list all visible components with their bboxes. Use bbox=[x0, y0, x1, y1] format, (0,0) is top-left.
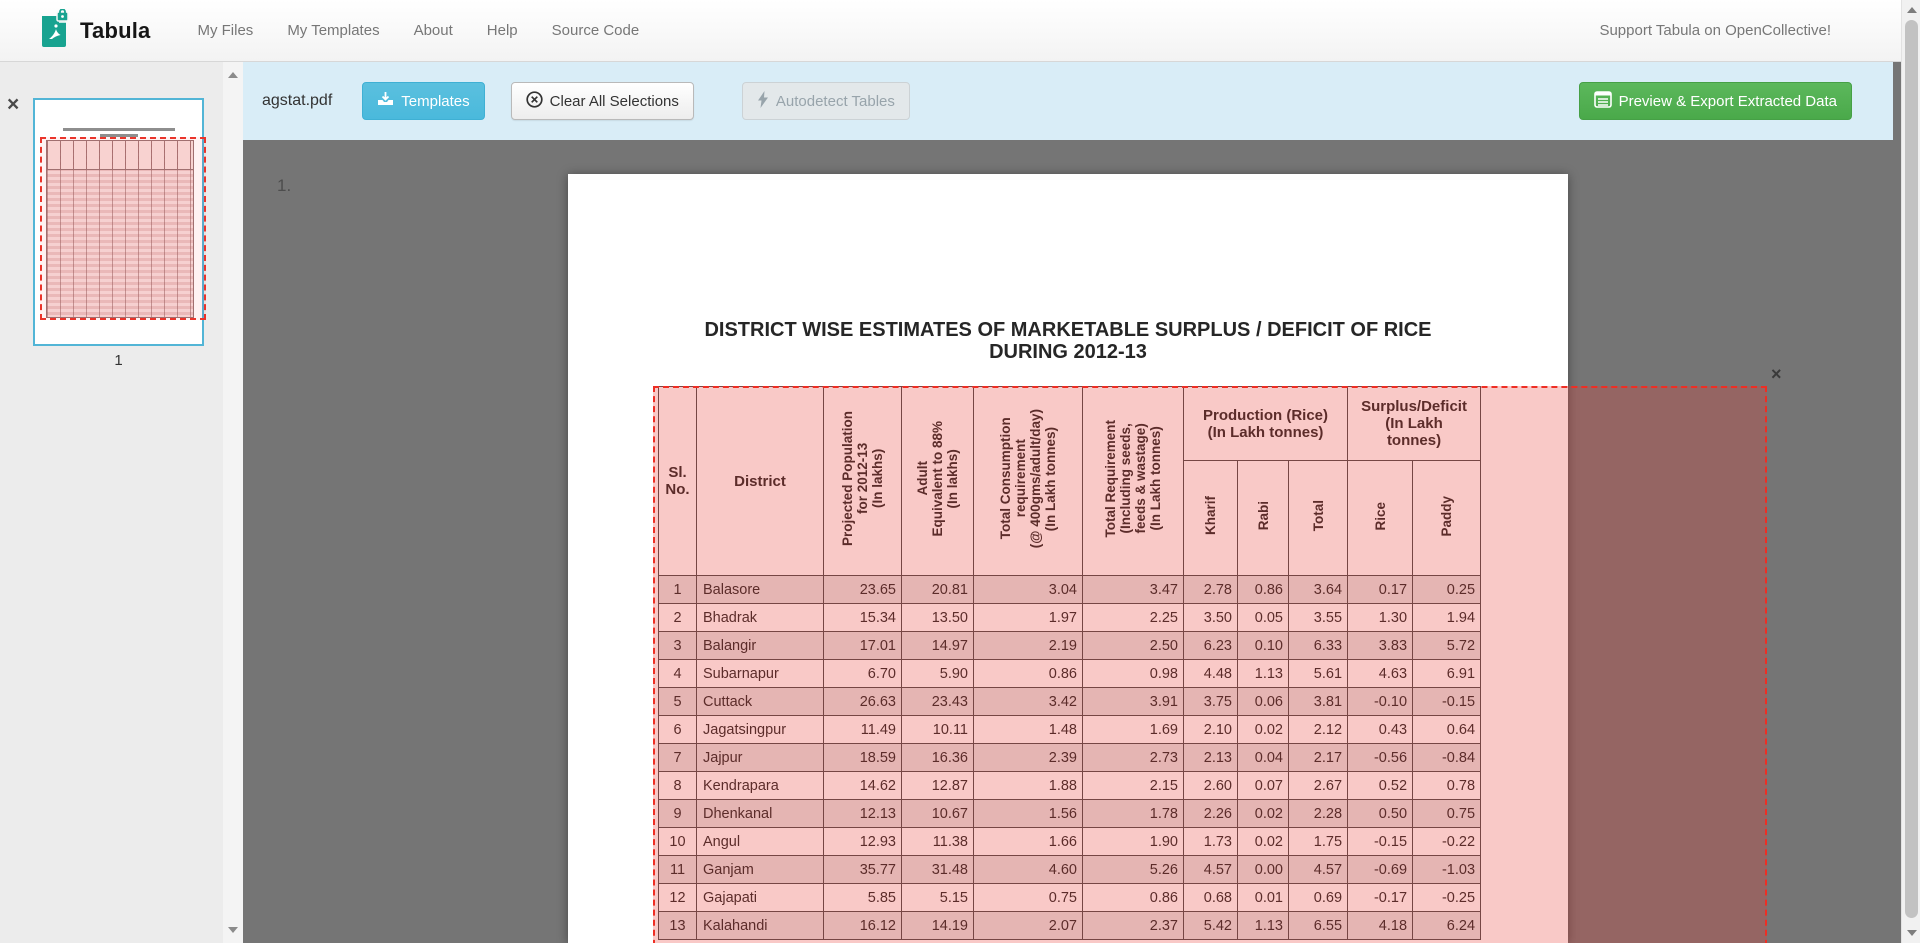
scroll-arrow-icon[interactable] bbox=[228, 72, 238, 78]
scroll-arrow-icon[interactable] bbox=[1907, 7, 1917, 13]
preview-export-label: Preview & Export Extracted Data bbox=[1619, 93, 1837, 110]
brand-name: Tabula bbox=[80, 18, 150, 44]
sidebar-scrollbar[interactable] bbox=[223, 62, 243, 943]
filename-label: agstat.pdf bbox=[262, 92, 332, 110]
toolbar: agstat.pdf Templates Clear Al bbox=[243, 62, 1893, 140]
preview-export-button[interactable]: Preview & Export Extracted Data bbox=[1579, 82, 1852, 120]
templates-button-label: Templates bbox=[401, 93, 469, 110]
page-1-thumbnail[interactable] bbox=[33, 98, 204, 346]
pdf-title-line2: DURING 2012-13 bbox=[568, 341, 1568, 363]
clear-circle-x-icon bbox=[526, 91, 543, 112]
lightning-icon bbox=[757, 91, 769, 112]
nav-link-about[interactable]: About bbox=[397, 22, 470, 39]
scroll-arrow-icon[interactable] bbox=[1907, 930, 1917, 936]
page-marker: 1. bbox=[277, 176, 291, 196]
brand-link[interactable]: Tabula bbox=[40, 9, 150, 52]
nav-link-source-code[interactable]: Source Code bbox=[535, 22, 657, 39]
clear-all-selections-label: Clear All Selections bbox=[550, 93, 679, 110]
nav-links: My Files My Templates About Help Source … bbox=[180, 22, 656, 39]
autodetect-tables-label: Autodetect Tables bbox=[776, 93, 895, 110]
main-area: agstat.pdf Templates Clear Al bbox=[243, 62, 1901, 943]
selection-overlay[interactable] bbox=[653, 386, 1767, 943]
autodetect-tables-button[interactable]: Autodetect Tables bbox=[742, 82, 910, 120]
export-list-icon bbox=[1594, 91, 1612, 112]
document-canvas[interactable]: 1. DISTRICT WISE ESTIMATES OF MARKETABLE… bbox=[243, 140, 1901, 943]
nav-link-my-files[interactable]: My Files bbox=[180, 22, 270, 39]
tabula-app: Tabula My Files My Templates About Help … bbox=[0, 0, 1920, 943]
mini-title-line bbox=[63, 128, 175, 131]
pdf-table-title: DISTRICT WISE ESTIMATES OF MARKETABLE SU… bbox=[568, 319, 1568, 363]
page-number-label: 1 bbox=[33, 352, 204, 369]
support-link[interactable]: Support Tabula on OpenCollective! bbox=[1599, 22, 1831, 39]
page-thumbnail-sidebar: × 1 bbox=[0, 62, 223, 943]
scroll-arrow-icon[interactable] bbox=[228, 927, 238, 933]
pdf-title-line1: DISTRICT WISE ESTIMATES OF MARKETABLE SU… bbox=[568, 319, 1568, 341]
clear-all-selections-button[interactable]: Clear All Selections bbox=[511, 82, 694, 120]
selection-close-icon[interactable]: × bbox=[1771, 364, 1782, 385]
page-scrollbar[interactable] bbox=[1901, 0, 1920, 943]
close-icon[interactable]: × bbox=[7, 94, 19, 115]
templates-button[interactable]: Templates bbox=[362, 82, 484, 120]
nav-link-my-templates[interactable]: My Templates bbox=[270, 22, 396, 39]
navbar: Tabula My Files My Templates About Help … bbox=[0, 0, 1901, 62]
templates-icon bbox=[377, 91, 394, 111]
scrollbar-thumb[interactable] bbox=[1905, 20, 1918, 918]
mini-selection-overlay bbox=[40, 137, 206, 320]
nav-link-help[interactable]: Help bbox=[470, 22, 535, 39]
tabula-logo-icon bbox=[40, 9, 70, 52]
